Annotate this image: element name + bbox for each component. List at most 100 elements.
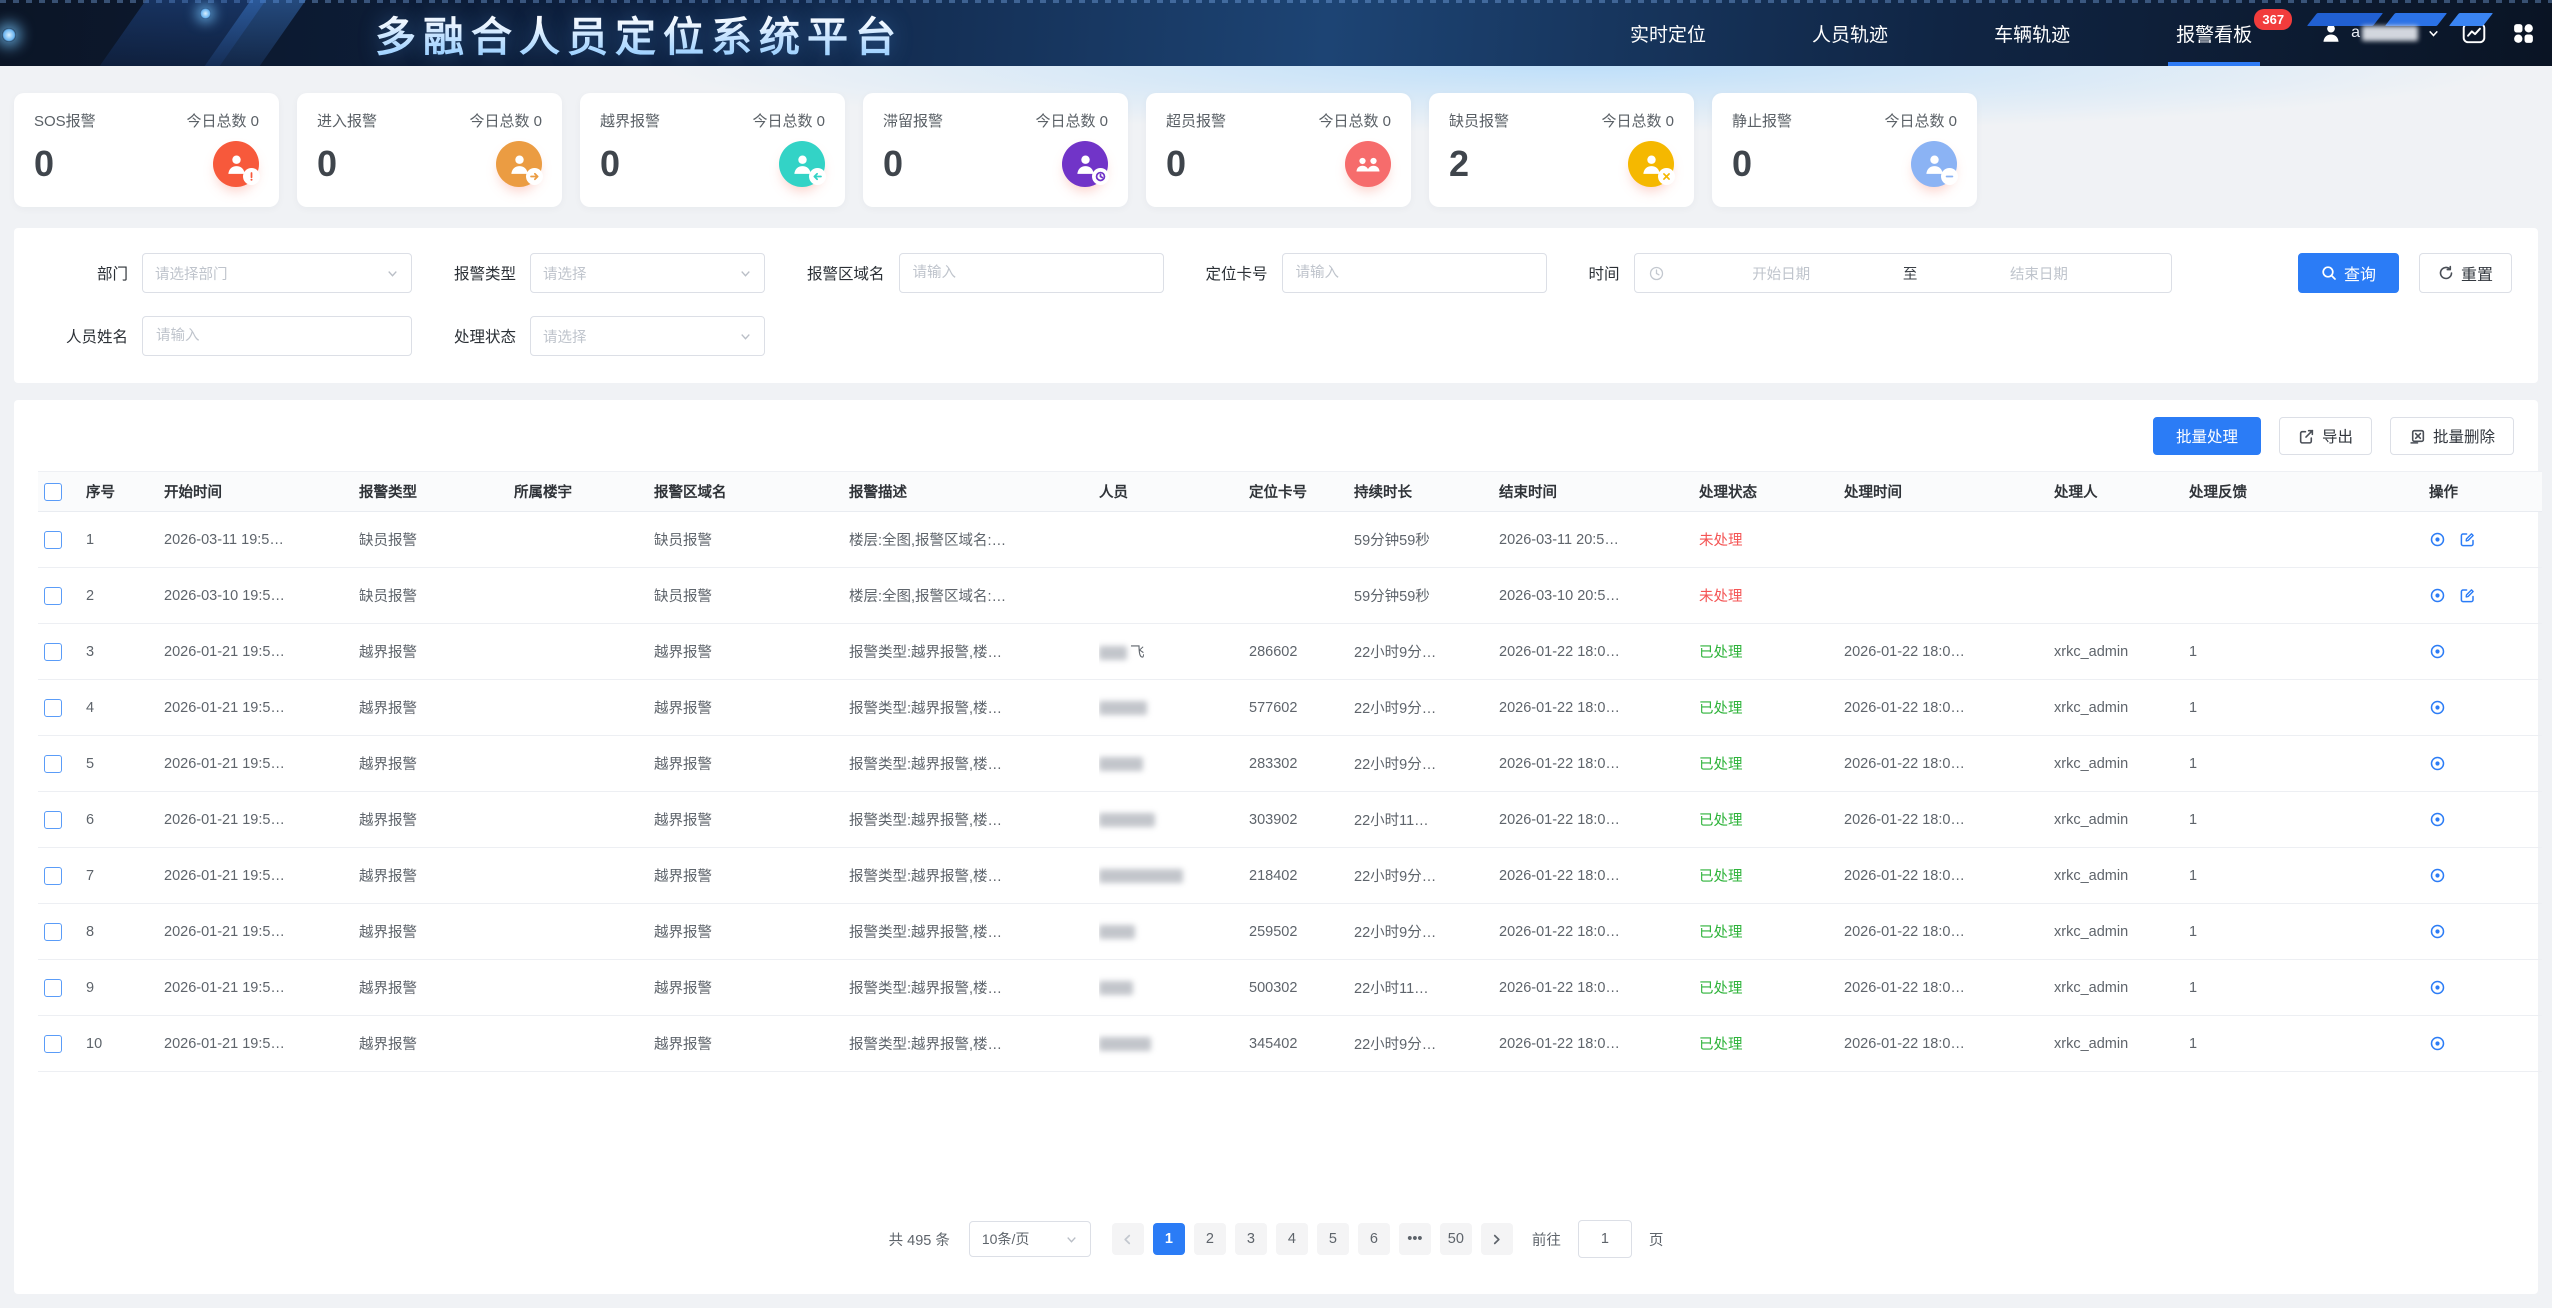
nav-item-2[interactable]: 人员轨迹 [1812, 0, 1888, 66]
view-icon[interactable] [2429, 979, 2446, 996]
row-checkbox[interactable] [44, 755, 62, 773]
cell-area_name: 越界报警 [654, 1037, 712, 1053]
row-checkbox[interactable] [44, 923, 62, 941]
row-checkbox[interactable] [44, 979, 62, 997]
page-button-1[interactable]: 1 [1153, 1223, 1185, 1255]
row-checkbox[interactable] [44, 867, 62, 885]
row-checkbox[interactable] [44, 643, 62, 661]
row-checkbox[interactable] [44, 1035, 62, 1053]
view-icon[interactable] [2429, 1035, 2446, 1052]
stat-card-value: 2 [1449, 146, 1469, 182]
row-checkbox[interactable] [44, 699, 62, 717]
username[interactable]: a [2351, 24, 2418, 42]
date-range-picker[interactable]: 开始日期 至 结束日期 [1634, 253, 2172, 293]
handle-status-label: 处理状态 [454, 325, 516, 347]
edit-icon[interactable] [2459, 587, 2476, 604]
person-name-masked [1099, 1037, 1151, 1051]
cell-feedback: 1 [2189, 812, 2197, 828]
cell-start_time: 2026-01-21 19:5… [164, 644, 285, 660]
status-badge: 已处理 [1699, 701, 1743, 717]
username-visible-part: a [2351, 24, 2360, 42]
chevron-down-icon [386, 267, 399, 280]
goto-page-input[interactable] [1578, 1220, 1632, 1258]
stat-card-total-label: 今日总数 0 [1601, 110, 1674, 131]
cell-handle_time: 2026-01-22 18:0… [1844, 868, 1965, 884]
cell-end_time: 2026-03-11 20:5… [1499, 532, 1619, 548]
alarm-type-select[interactable]: 请选择 [530, 253, 765, 293]
cell-handler: xrkc_admin [2054, 756, 2128, 772]
prev-page-button[interactable] [1112, 1223, 1144, 1255]
filter-department: 部门 请选择部门 [40, 253, 412, 293]
column-header: 持续时长 [1354, 485, 1412, 501]
export-button[interactable]: 导出 [2279, 417, 2372, 455]
cell-area_name: 缺员报警 [654, 533, 712, 549]
view-icon[interactable] [2429, 755, 2446, 772]
glow-dot [200, 8, 211, 19]
cell-alarm_type: 越界报警 [359, 869, 417, 885]
column-header: 操作 [2429, 485, 2458, 501]
clock-icon [1649, 266, 1664, 281]
column-header: 人员 [1099, 485, 1128, 501]
chevron-down-icon [1065, 1233, 1078, 1246]
stat-card-6: 缺员报警 今日总数 0 2 [1429, 93, 1694, 207]
table-row: 32026-01-21 19:5…越界报警越界报警报警类型:越界报警,楼…飞28… [38, 624, 2542, 680]
area-name-input[interactable] [899, 253, 1164, 293]
cell-handler: xrkc_admin [2054, 812, 2128, 828]
cell-description: 楼层:全图,报警区域名:… [849, 589, 1006, 605]
row-checkbox[interactable] [44, 811, 62, 829]
cell-card_no: 345402 [1249, 1036, 1297, 1052]
row-checkbox[interactable] [44, 587, 62, 605]
view-icon[interactable] [2429, 699, 2446, 716]
stat-card-total-label: 今日总数 0 [186, 110, 259, 131]
page-number: 5 [1329, 1231, 1337, 1247]
select-all-checkbox[interactable] [44, 483, 62, 501]
cell-no: 7 [86, 868, 94, 884]
more-pages-button[interactable]: ••• [1399, 1223, 1431, 1255]
batch-delete-button[interactable]: 批量删除 [2390, 417, 2514, 455]
table-row: 12026-03-11 19:5…缺员报警缺员报警楼层:全图,报警区域名:…59… [38, 512, 2542, 568]
table-toolbar: 批量处理 导出 批量删除 [38, 417, 2514, 455]
department-select[interactable]: 请选择部门 [142, 253, 412, 293]
person-name-input[interactable] [142, 316, 412, 356]
page-button-3[interactable]: 3 [1235, 1223, 1267, 1255]
batch-process-button[interactable]: 批量处理 [2153, 417, 2261, 455]
stat-cards: SOS报警今日总数 00进入报警今日总数 00越界报警今日总数 00滞留报警今日… [14, 93, 2538, 207]
nav-item-3[interactable]: 车辆轨迹 [1994, 0, 2070, 66]
page-number: 4 [1288, 1231, 1296, 1247]
view-icon[interactable] [2429, 531, 2446, 548]
apps-grid-icon[interactable] [2508, 18, 2538, 48]
page-number: 3 [1247, 1231, 1255, 1247]
page-size-select[interactable]: 10条/页 [969, 1221, 1091, 1257]
chevron-down-icon[interactable] [2427, 27, 2440, 40]
header-tick-decor [0, 0, 2552, 3]
view-icon[interactable] [2429, 867, 2446, 884]
cell-area_name: 越界报警 [654, 813, 712, 829]
nav-item-1[interactable]: 实时定位 [1630, 0, 1706, 66]
nav-item-4[interactable]: 报警看板367 [2176, 0, 2252, 66]
person-name-suffix: 飞 [1130, 645, 1145, 661]
stat-card-title: 缺员报警 [1449, 110, 1509, 131]
search-button[interactable]: 查询 [2298, 253, 2399, 293]
edit-icon[interactable] [2459, 531, 2476, 548]
cell-end_time: 2026-01-22 18:0… [1499, 756, 1620, 772]
view-icon[interactable] [2429, 587, 2446, 604]
next-page-button[interactable] [1481, 1223, 1513, 1255]
cell-handler: xrkc_admin [2054, 644, 2128, 660]
cell-start_time: 2026-03-10 19:5… [164, 588, 285, 604]
reset-button[interactable]: 重置 [2419, 253, 2512, 293]
page-button-6[interactable]: 6 [1358, 1223, 1390, 1255]
view-icon[interactable] [2429, 923, 2446, 940]
page-button-50[interactable]: 50 [1440, 1223, 1472, 1255]
page-button-5[interactable]: 5 [1317, 1223, 1349, 1255]
cell-description: 楼层:全图,报警区域名:… [849, 533, 1006, 549]
view-icon[interactable] [2429, 643, 2446, 660]
handle-status-select[interactable]: 请选择 [530, 316, 765, 356]
row-checkbox[interactable] [44, 531, 62, 549]
card-no-input[interactable] [1282, 253, 1547, 293]
page-button-2[interactable]: 2 [1194, 1223, 1226, 1255]
view-icon[interactable] [2429, 811, 2446, 828]
cell-handler: xrkc_admin [2054, 980, 2128, 996]
cell-no: 6 [86, 812, 94, 828]
cell-no: 4 [86, 700, 94, 716]
page-button-4[interactable]: 4 [1276, 1223, 1308, 1255]
